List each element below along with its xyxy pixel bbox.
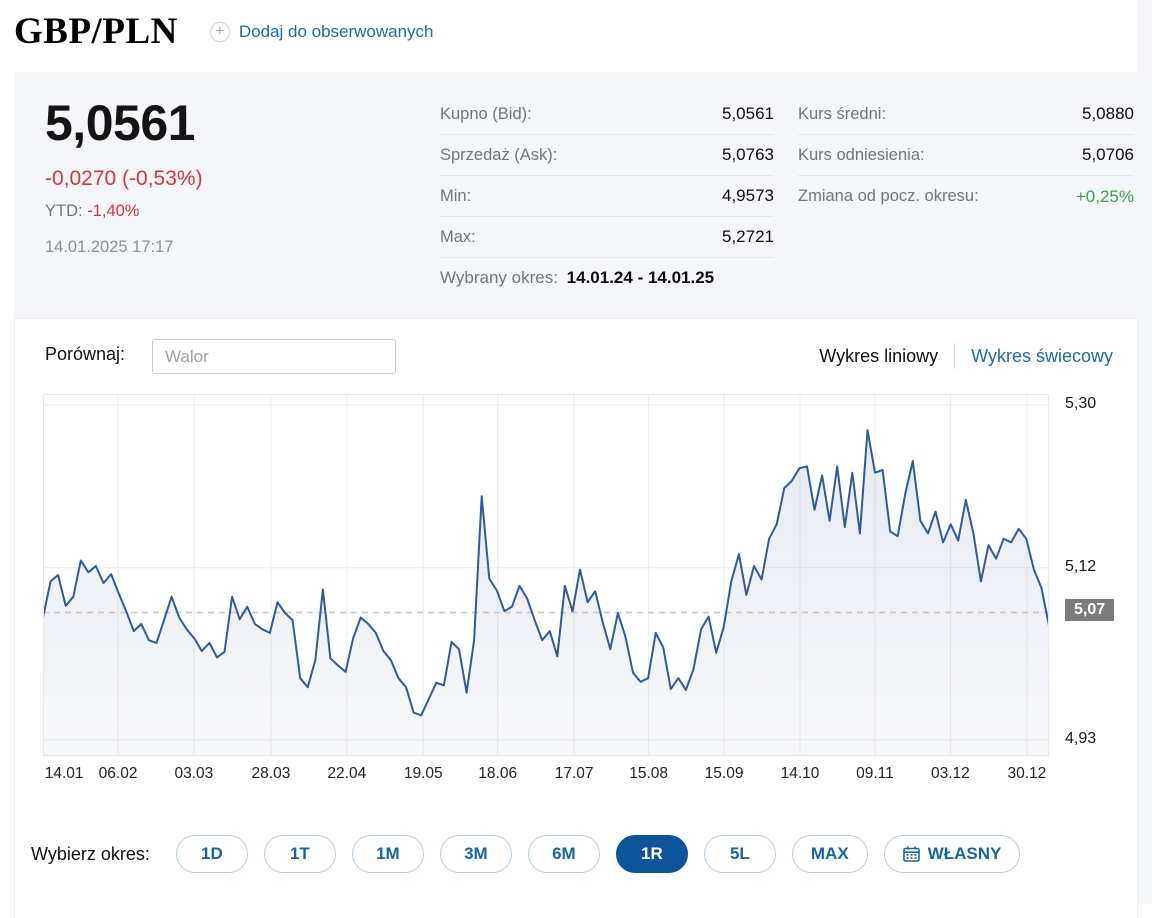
quote-row-label: Sprzedaż (Ask): <box>440 145 558 164</box>
period-button-3m[interactable]: 3M <box>439 835 512 873</box>
quote-panel: 5,0561 -0,0270 (-0,53%) YTD: -1,40% 14.0… <box>14 72 1138 318</box>
selected-period-value: 14.01.24 - 14.01.25 <box>566 268 715 287</box>
x-axis-tick: 03.03 <box>174 765 214 782</box>
period-button-label: WŁASNY <box>927 844 1002 863</box>
quote-row-value: 5,0706 <box>1082 145 1134 164</box>
period-button-1d[interactable]: 1D <box>175 835 248 873</box>
period-button-label: 3M <box>464 844 488 863</box>
quote-row-value: 5,2721 <box>722 227 774 246</box>
x-axis-tick: 06.02 <box>98 765 138 782</box>
y-axis-tick: 5,30 <box>1065 394 1097 412</box>
current-price: 5,0561 <box>45 95 195 151</box>
x-axis-tick: 18.06 <box>478 765 518 782</box>
period-button-label: 6M <box>552 844 576 863</box>
period-button-6m[interactable]: 6M <box>527 835 600 873</box>
x-axis-tick: 22.04 <box>327 765 367 782</box>
period-button-1t[interactable]: 1T <box>263 835 336 873</box>
selected-period: Wybrany okres: 14.01.24 - 14.01.25 <box>440 268 714 288</box>
current-price-tag: 5,07 <box>1065 599 1115 622</box>
price-change: -0,0270 (-0,53%) <box>45 167 203 190</box>
quote-row-label: Kurs odniesienia: <box>798 145 925 164</box>
period-button-5l[interactable]: 5L <box>703 835 776 873</box>
x-axis-tick: 30.12 <box>1007 765 1047 782</box>
x-axis-tick: 19.05 <box>403 765 443 782</box>
quote-row-label: Min: <box>440 186 472 205</box>
period-button-label: 1M <box>376 844 400 863</box>
period-button-max[interactable]: MAX <box>791 835 868 873</box>
tab-separator <box>954 343 956 369</box>
period-selector-label: Wybierz okres: <box>31 843 150 864</box>
quote-row-value: +0,25% <box>1075 186 1134 206</box>
x-axis-tick: 15.09 <box>704 765 744 782</box>
x-axis-tick: 28.03 <box>251 765 291 782</box>
page-title: GBP/PLN <box>14 11 178 52</box>
y-axis-tick: 4,93 <box>1065 729 1097 747</box>
period-button-label: 1T <box>289 844 310 863</box>
quote-row: Min: 4,9573 <box>440 176 774 217</box>
quote-row: Kupno (Bid): 5,0561 <box>440 94 774 135</box>
x-axis-tick: 09.11 <box>856 765 894 782</box>
add-to-watchlist-link[interactable]: + Dodaj do obserwowanych <box>209 21 434 42</box>
quote-row: Kurs średni: 5,0880 <box>798 94 1134 135</box>
quote-row-label: Max: <box>440 227 476 246</box>
x-axis-tick: 17.07 <box>554 765 594 782</box>
tab-candle-chart[interactable]: Wykres świecowy <box>971 346 1113 367</box>
compare-label: Porównaj: <box>45 344 126 364</box>
scrollbar-track[interactable] <box>1138 0 1152 904</box>
period-button-1r[interactable]: 1R <box>615 835 688 873</box>
period-button-1m[interactable]: 1M <box>351 835 424 873</box>
quote-row-label: Kupno (Bid): <box>440 104 532 123</box>
x-axis-tick: 14.10 <box>780 765 820 782</box>
period-button-własny[interactable]: WŁASNY <box>883 835 1021 873</box>
calendar-icon <box>902 846 920 862</box>
quote-row: Zmiana od pocz. okresu: +0,25% <box>798 176 1134 217</box>
plus-circle-icon: + <box>209 21 230 42</box>
chart-card: Porównaj: Wykres liniowy Wykres świecowy… <box>14 318 1138 918</box>
y-axis-tick: 5,12 <box>1065 557 1097 575</box>
ytd-change: YTD: -1,40% <box>45 202 139 221</box>
tab-line-chart[interactable]: Wykres liniowy <box>819 346 938 367</box>
period-button-label: MAX <box>810 844 849 863</box>
x-axis-tick: 14.01 <box>44 765 84 782</box>
quote-row-label: Kurs średni: <box>798 104 887 123</box>
quote-row-value: 5,0880 <box>1082 104 1134 123</box>
quote-row: Max: 5,2721 <box>440 217 774 258</box>
quote-row-value: 5,0763 <box>722 145 774 164</box>
x-axis-labels: 14.01 06.02 03.03 28.03 22.04 19.05 18.06 17.07… <box>43 765 1049 787</box>
ytd-value: -1,40% <box>87 202 140 220</box>
quote-row-label: Zmiana od pocz. okresu: <box>798 187 979 205</box>
period-buttons: 1D 1T 1M 3M 6M 1R 5L MAX WŁASNY <box>175 835 1036 873</box>
quote-timestamp: 14.01.2025 17:17 <box>45 238 174 256</box>
price-chart[interactable] <box>43 394 1049 756</box>
x-axis-tick: 03.12 <box>931 765 970 782</box>
period-button-label: 5L <box>729 844 750 863</box>
period-button-label: 1R <box>641 844 663 863</box>
quote-table-bid-ask: Kupno (Bid): 5,0561 Sprzedaż (Ask): 5,0763 M… <box>440 94 774 258</box>
quote-row: Kurs odniesienia: 5,0706 <box>798 135 1134 176</box>
selected-period-label: Wybrany okres: <box>440 268 558 287</box>
quote-table-averages: Kurs średni: 5,0880 Kurs odniesienia: 5,070… <box>798 94 1134 217</box>
quote-row-value: 5,0561 <box>722 104 774 123</box>
x-axis-tick: 15.08 <box>629 765 669 782</box>
compare-input[interactable] <box>152 339 396 374</box>
add-to-watchlist-label: Dodaj do obserwowanych <box>238 21 434 41</box>
quote-row: Sprzedaż (Ask): 5,0763 <box>440 135 774 176</box>
period-button-label: 1D <box>201 844 223 863</box>
ytd-label: YTD: <box>45 202 83 220</box>
quote-row-value: 4,9573 <box>722 186 774 205</box>
